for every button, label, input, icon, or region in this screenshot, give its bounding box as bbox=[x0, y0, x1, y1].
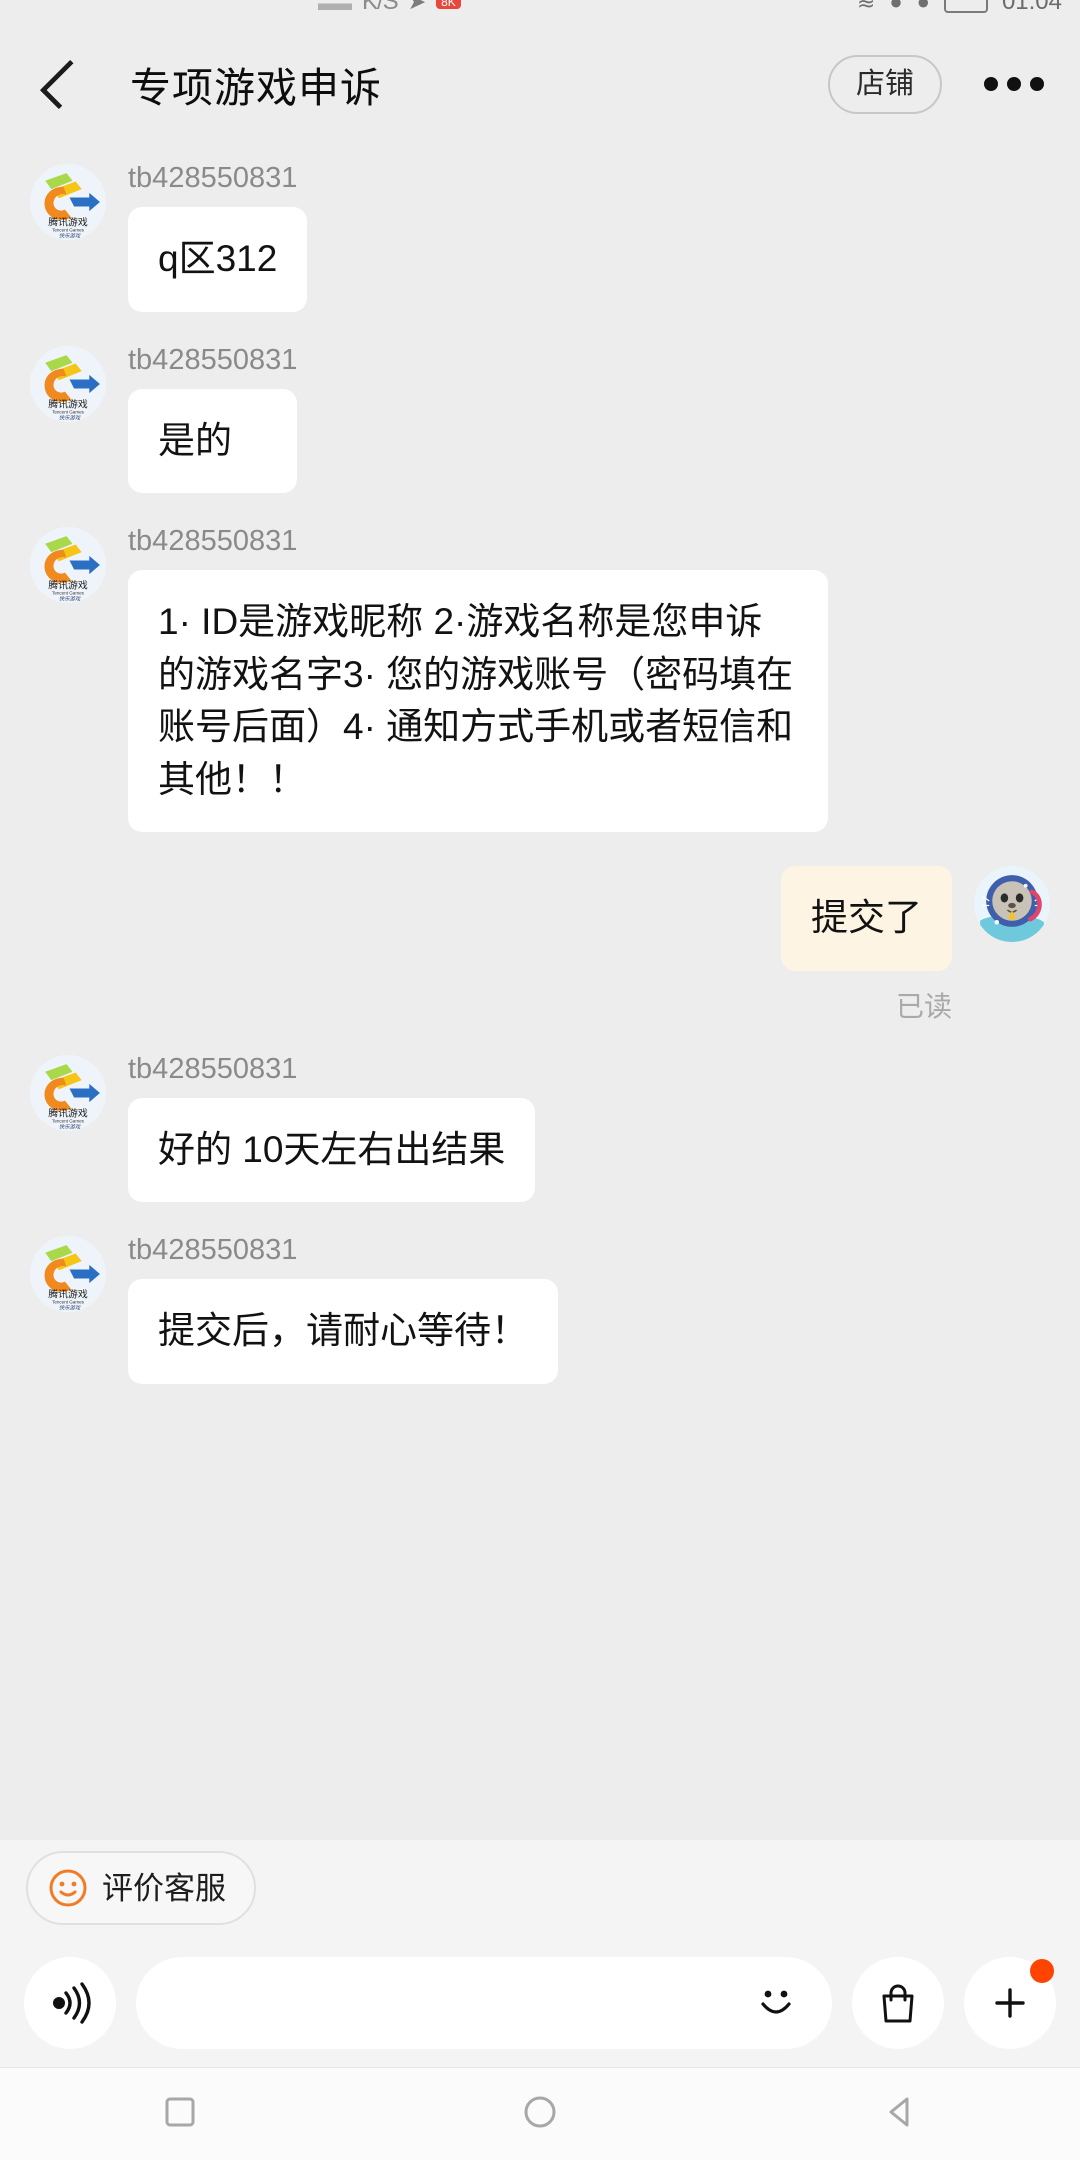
svg-text:Tencent Games: Tencent Games bbox=[52, 1118, 85, 1123]
svg-text:腾讯游戏: 腾讯游戏 bbox=[48, 397, 88, 410]
rate-service-bar: 评价客服 bbox=[0, 1840, 1080, 1936]
more-horizontal-icon-dot-1 bbox=[984, 77, 998, 91]
message-list[interactable]: 腾讯游戏 Tencent Games 快乐游戏 tb428550831 q区31… bbox=[0, 142, 1080, 1840]
emoji-picker-icon[interactable] bbox=[750, 1977, 802, 2029]
svg-text:快乐游戏: 快乐游戏 bbox=[59, 414, 81, 421]
shopping-bag-icon bbox=[882, 1984, 914, 2022]
svg-text:腾讯游戏: 腾讯游戏 bbox=[48, 579, 88, 592]
svg-text:腾讯游戏: 腾讯游戏 bbox=[48, 1106, 88, 1119]
message-row: 腾讯游戏 Tencent Games 快乐游戏 tb428550831 提交后，… bbox=[30, 1236, 1050, 1384]
location-arrow-icon: ➤ bbox=[407, 0, 427, 14]
svg-text:Tencent Games: Tencent Games bbox=[52, 1300, 85, 1305]
recents-button[interactable] bbox=[157, 2089, 203, 2140]
back-button[interactable] bbox=[36, 56, 92, 112]
message-text-input[interactable] bbox=[172, 1982, 750, 2023]
unread-dot-badge bbox=[1030, 1958, 1054, 1983]
shop-shortcut-button[interactable] bbox=[852, 1956, 944, 2049]
android-nav-bar bbox=[0, 2067, 1080, 2160]
message-column: tb428550831 提交后，请耐心等待！ bbox=[128, 1236, 558, 1384]
message-row: 腾讯游戏 Tencent Games 快乐游戏 tb428550831 是的 bbox=[30, 343, 1050, 494]
message-bubble[interactable]: 1· ID是游戏昵称 2·游戏名称是您申诉的游戏名字3· 您的游戏账号（密码填在… bbox=[128, 570, 828, 833]
tencent-games-avatar[interactable]: 腾讯游戏 Tencent Games 快乐游戏 bbox=[30, 527, 106, 604]
svg-text:腾讯游戏: 腾讯游戏 bbox=[48, 216, 88, 229]
message-bubble[interactable]: 是的 bbox=[128, 388, 298, 494]
tencent-games-logo-icon: 腾讯游戏 Tencent Games 快乐游戏 bbox=[30, 1054, 106, 1131]
more-horizontal-icon-dot-3 bbox=[1030, 77, 1044, 91]
battery-icon bbox=[943, 0, 988, 13]
message-row: 腾讯游戏 Tencent Games 快乐游戏 tb428550831 好的 1… bbox=[30, 1052, 1050, 1203]
voice-input-button[interactable] bbox=[24, 1956, 116, 2049]
chat-screen: K/S ➤ 8K ≋ ● ● 01:04 专项游戏申诉 店铺 腾讯游戏 Tenc… bbox=[0, 0, 1080, 2160]
signal-icon-1: ● bbox=[889, 0, 903, 14]
circle-icon bbox=[524, 2096, 556, 2127]
message-column: tb428550831 q区312 bbox=[128, 162, 308, 312]
nav-back-button[interactable] bbox=[877, 2089, 923, 2140]
tencent-games-avatar[interactable]: 腾讯游戏 Tencent Games 快乐游戏 bbox=[30, 1236, 106, 1313]
blue-cat-avatar[interactable] bbox=[974, 866, 1050, 943]
tencent-games-logo-icon: 腾讯游戏 Tencent Games 快乐游戏 bbox=[30, 164, 106, 240]
shop-button[interactable]: 店铺 bbox=[827, 54, 942, 114]
message-sender: tb428550831 bbox=[128, 525, 298, 558]
message-sender: tb428550831 bbox=[128, 343, 298, 376]
rate-service-button[interactable]: 评价客服 bbox=[26, 1851, 256, 1925]
message-row: 腾讯游戏 Tencent Games 快乐游戏 tb428550831 q区31… bbox=[30, 164, 1050, 312]
more-horizontal-icon-dot-2 bbox=[1007, 77, 1021, 91]
network-activity-icon bbox=[318, 0, 352, 10]
tencent-games-avatar[interactable]: 腾讯游戏 Tencent Games 快乐游戏 bbox=[30, 1054, 106, 1131]
message-column: tb428550831 1· ID是游戏昵称 2·游戏名称是您申诉的游戏名字3·… bbox=[128, 525, 828, 833]
tencent-games-avatar[interactable]: 腾讯游戏 Tencent Games 快乐游戏 bbox=[30, 164, 106, 240]
message-column: tb428550831 是的 bbox=[128, 343, 298, 494]
app-header: 专项游戏申诉 店铺 bbox=[0, 26, 1080, 142]
rate-service-label: 评价客服 bbox=[102, 1870, 226, 1906]
svg-text:腾讯游戏: 腾讯游戏 bbox=[48, 1288, 88, 1301]
blue-cat-astronaut-icon bbox=[974, 866, 1050, 943]
message-column: tb428550831 好的 10天左右出结果 bbox=[128, 1052, 536, 1203]
plus-icon bbox=[995, 1987, 1025, 2018]
page-title: 专项游戏申诉 bbox=[130, 65, 382, 111]
network-speed-label: K/S bbox=[362, 0, 399, 15]
message-read-status: 已读 bbox=[895, 990, 952, 1022]
chevron-left-icon bbox=[39, 59, 89, 109]
message-sender: tb428550831 bbox=[128, 1234, 298, 1267]
status-bar: K/S ➤ 8K ≋ ● ● 01:04 bbox=[0, 0, 1080, 26]
notification-badge: 8K bbox=[436, 0, 461, 9]
svg-text:Tencent Games: Tencent Games bbox=[52, 409, 85, 414]
message-row: 腾讯游戏 Tencent Games 快乐游戏 tb428550831 1· I… bbox=[30, 525, 1050, 833]
svg-text:快乐游戏: 快乐游戏 bbox=[59, 1305, 81, 1312]
tencent-games-logo-icon: 腾讯游戏 Tencent Games 快乐游戏 bbox=[30, 345, 106, 422]
svg-text:Tencent Games: Tencent Games bbox=[52, 591, 85, 596]
signal-icon-2: ● bbox=[916, 0, 930, 14]
smiley-face-icon bbox=[49, 1869, 87, 1907]
square-icon bbox=[165, 2097, 195, 2126]
svg-text:快乐游戏: 快乐游戏 bbox=[59, 233, 81, 240]
status-bar-right: ≋ ● ● 01:04 bbox=[857, 0, 1062, 16]
svg-text:快乐游戏: 快乐游戏 bbox=[59, 596, 81, 603]
svg-text:Tencent Games: Tencent Games bbox=[52, 228, 85, 233]
voice-wave-icon bbox=[53, 1981, 91, 2024]
message-row: 提交了 已读 bbox=[30, 866, 1050, 1021]
message-bubble[interactable]: 提交后，请耐心等待！ bbox=[128, 1279, 558, 1384]
more-options-button[interactable] bbox=[982, 67, 1046, 101]
message-bubble[interactable]: 提交了 bbox=[781, 866, 952, 971]
svg-text:快乐游戏: 快乐游戏 bbox=[59, 1123, 81, 1130]
message-column: 提交了 已读 bbox=[781, 866, 952, 1021]
triangle-back-icon bbox=[889, 2097, 909, 2126]
tencent-games-logo-icon: 腾讯游戏 Tencent Games 快乐游戏 bbox=[30, 527, 106, 604]
message-input-bar bbox=[0, 1936, 1080, 2068]
message-sender: tb428550831 bbox=[128, 162, 298, 194]
message-bubble[interactable]: 好的 10天左右出结果 bbox=[128, 1097, 536, 1203]
tencent-games-logo-icon: 腾讯游戏 Tencent Games 快乐游戏 bbox=[30, 1236, 106, 1313]
message-sender: tb428550831 bbox=[128, 1052, 298, 1085]
message-bubble[interactable]: q区312 bbox=[128, 207, 308, 312]
clock-label: 01:04 bbox=[1001, 0, 1062, 15]
status-bar-left: K/S ➤ 8K bbox=[318, 0, 461, 16]
message-input-field[interactable] bbox=[136, 1956, 832, 2049]
more-actions-button[interactable] bbox=[964, 1956, 1056, 2049]
wifi-icon: ≋ bbox=[856, 0, 876, 14]
home-button[interactable] bbox=[517, 2089, 563, 2140]
tencent-games-avatar[interactable]: 腾讯游戏 Tencent Games 快乐游戏 bbox=[30, 345, 106, 422]
